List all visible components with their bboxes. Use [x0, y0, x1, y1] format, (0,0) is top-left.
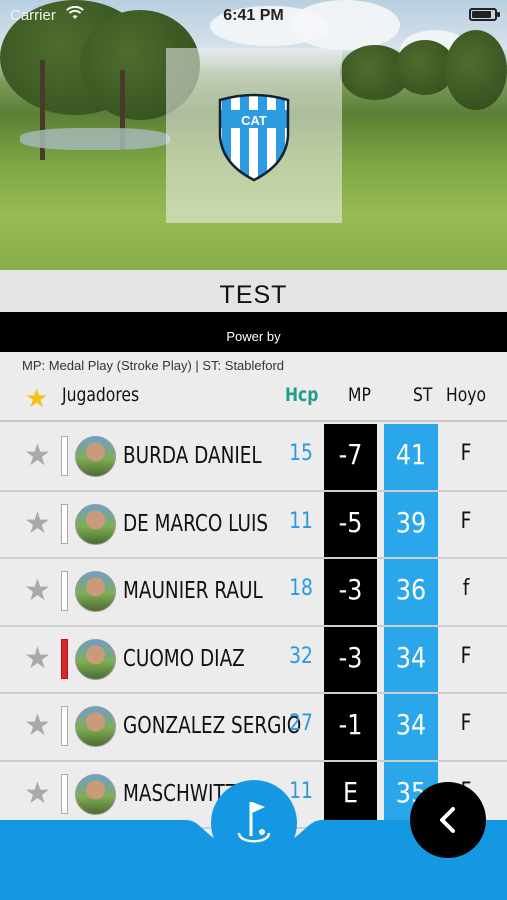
star-icon[interactable]: ★: [25, 383, 48, 414]
player-status-flag: [61, 436, 68, 476]
hero-banner: Carrier 6:41 PM CAT: [0, 0, 507, 270]
player-st: 34: [395, 708, 427, 741]
table-row[interactable]: ★ GONZALEZ SERGIO 27 -1 34 F: [0, 694, 507, 762]
player-name: MAUNIER RAUL: [123, 578, 263, 604]
player-name: DE MARCO LUIS: [123, 510, 269, 537]
player-name: CUOMO DIAZ: [123, 645, 245, 672]
avatar: [75, 706, 116, 747]
table-row[interactable]: ★ MAUNIER RAUL 18 -3 36 f: [0, 559, 507, 627]
player-hoyo: F: [460, 508, 472, 534]
player-status-flag: [61, 638, 68, 679]
star-icon[interactable]: ★: [24, 776, 51, 812]
star-icon[interactable]: ★: [24, 438, 51, 474]
player-st: 34: [395, 640, 427, 674]
event-title: TEST: [0, 270, 507, 312]
player-status-flag: [61, 571, 68, 611]
logo-text: CAT: [241, 113, 267, 128]
star-icon[interactable]: ★: [24, 708, 51, 744]
player-status-flag: [61, 503, 68, 544]
table-row[interactable]: ★ BURDA DANIEL 15 -7 41 F: [0, 424, 507, 492]
player-hcp: 11: [289, 508, 313, 534]
status-time: 6:41 PM: [223, 7, 284, 24]
player-mp: -3: [338, 640, 363, 674]
table-row[interactable]: ★ CUOMO DIAZ 32 -3 34 F: [0, 627, 507, 694]
golf-flag-icon: [237, 802, 271, 843]
header-players[interactable]: Jugadores: [62, 384, 139, 406]
player-hoyo: f: [462, 576, 470, 601]
header-hcp[interactable]: Hcp: [285, 384, 318, 406]
player-hcp: 32: [289, 643, 313, 669]
power-by-banner: Power by: [0, 312, 507, 352]
chevron-left-icon: [440, 807, 455, 833]
player-status-flag: [61, 706, 68, 746]
header-hoyo[interactable]: Hoyo: [446, 384, 486, 406]
player-st: 36: [395, 573, 427, 606]
player-name: BURDA DANIEL: [123, 443, 262, 469]
avatar: [75, 436, 116, 477]
header-st[interactable]: ST: [413, 384, 432, 406]
leaderboard-header: ★ Jugadores Hcp MP ST Hoyo: [0, 378, 507, 422]
avatar: [75, 503, 116, 545]
player-hcp: 15: [289, 441, 313, 466]
player-st: 39: [395, 505, 427, 539]
avatar: [75, 571, 116, 612]
avatar: [75, 773, 116, 815]
player-mp: -3: [338, 573, 363, 606]
player-hcp: 18: [289, 576, 313, 601]
player-name: GONZALEZ SERGIO: [123, 713, 302, 739]
player-mp: -1: [338, 708, 363, 741]
player-mp: -7: [338, 438, 363, 471]
star-icon[interactable]: ★: [24, 573, 51, 609]
player-hcp: 27: [289, 711, 313, 736]
player-status-flag: [61, 773, 68, 814]
star-icon[interactable]: ★: [24, 641, 51, 677]
leaderboard-list: ★ BURDA DANIEL 15 -7 41 F ★ DE MARCO LUI…: [0, 424, 507, 829]
player-mp: E: [342, 775, 359, 809]
back-button[interactable]: [410, 782, 486, 858]
player-hoyo: F: [460, 643, 472, 669]
table-row[interactable]: ★ DE MARCO LUIS 11 -5 39 F: [0, 492, 507, 559]
scoring-legend: MP: Medal Play (Stroke Play) | ST: Stabl…: [22, 358, 285, 373]
avatar: [75, 638, 116, 680]
player-hoyo: F: [460, 441, 472, 466]
player-hoyo: F: [460, 711, 472, 736]
club-logo-panel: CAT: [166, 48, 342, 223]
golf-button[interactable]: [211, 780, 297, 866]
header-mp[interactable]: MP: [348, 384, 371, 406]
star-icon[interactable]: ★: [24, 506, 51, 542]
player-st: 41: [395, 438, 427, 471]
status-bar: Carrier 6:41 PM: [0, 4, 507, 28]
battery-icon: [469, 8, 500, 21]
player-mp: -5: [338, 505, 363, 539]
club-shield-logo: CAT: [218, 93, 290, 182]
